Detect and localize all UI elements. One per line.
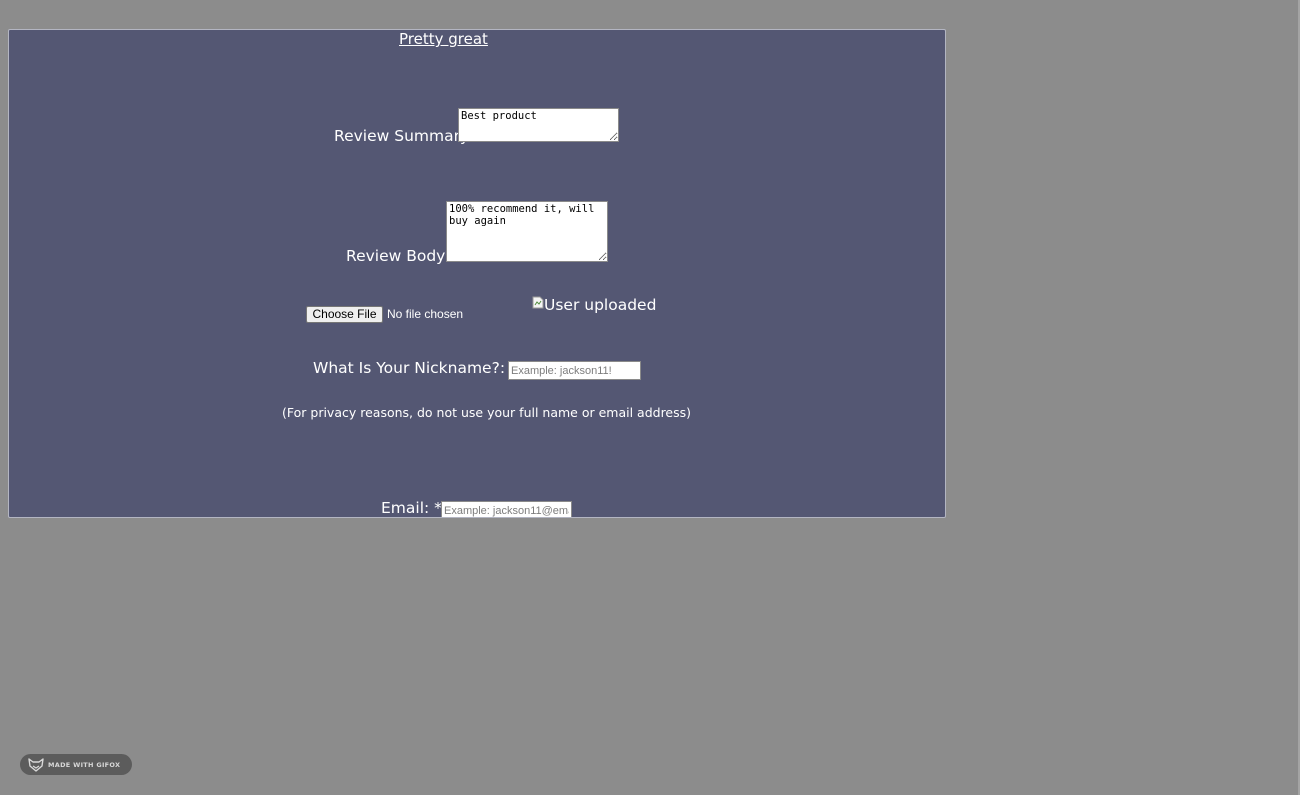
review-form-panel: Pretty great Review Summary Best product… — [8, 29, 946, 518]
email-input[interactable] — [441, 501, 572, 517]
broken-image-icon — [532, 296, 544, 308]
review-summary-label: Review Summary — [334, 127, 470, 145]
user-uploaded-image: User uploaded — [532, 296, 656, 314]
privacy-note: (For privacy reasons, do not use your fu… — [282, 405, 692, 420]
fox-icon — [28, 757, 44, 772]
choose-file-button[interactable]: Choose File — [306, 306, 383, 323]
gifox-watermark-badge: MADE WITH GIFOX — [20, 754, 132, 775]
review-body-label: Review Body* — [346, 247, 454, 265]
nickname-label: What Is Your Nickname?: * — [313, 359, 518, 377]
watermark-text: MADE WITH GIFOX — [48, 760, 121, 769]
file-status-text: No file chosen — [387, 307, 464, 321]
email-label: Email: * — [381, 499, 442, 517]
image-alt-text: User uploaded — [544, 296, 657, 314]
nickname-input[interactable] — [508, 361, 641, 380]
rating-link[interactable]: Pretty great — [399, 30, 488, 48]
review-summary-textarea[interactable]: Best product — [458, 108, 619, 142]
review-body-textarea[interactable]: 100% recommend it, will buy again — [446, 201, 608, 262]
